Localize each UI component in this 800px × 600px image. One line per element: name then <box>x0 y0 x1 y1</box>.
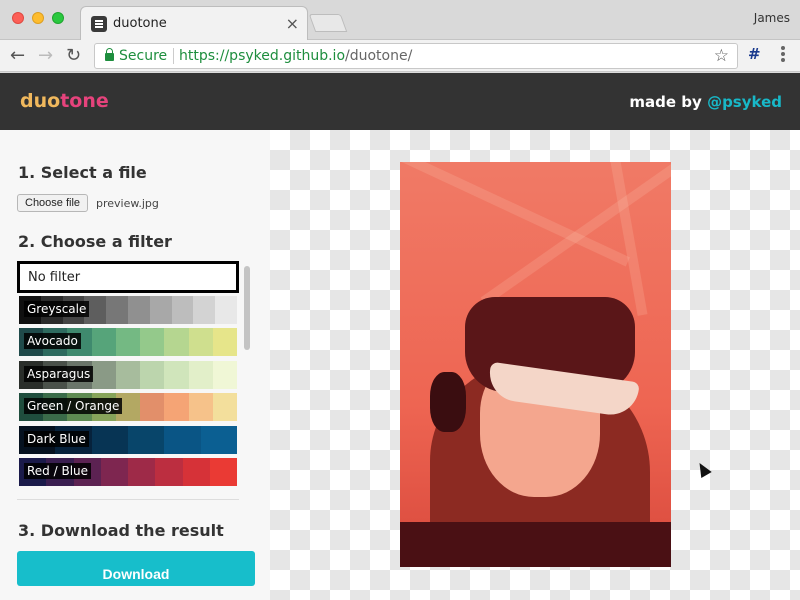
filter-swatch <box>215 296 237 324</box>
filter-option-label: Red / Blue <box>24 463 92 479</box>
tab-title: duotone <box>113 16 167 31</box>
filter-option[interactable]: Greyscale <box>19 296 237 324</box>
filter-option[interactable]: Red / Blue <box>19 458 237 486</box>
filter-swatch <box>164 361 189 389</box>
filter-swatch <box>200 426 237 454</box>
filter-swatch <box>91 328 116 356</box>
filter-swatch <box>106 296 128 324</box>
scrollbar-thumb[interactable] <box>244 266 250 350</box>
step-download-heading: 3. Download the result <box>18 521 224 540</box>
logo-part-tone: tone <box>60 90 109 112</box>
filter-option[interactable]: No filter <box>17 261 239 293</box>
filter-swatch <box>188 328 213 356</box>
filter-option-label: Dark Blue <box>24 431 89 447</box>
step-choose-filter-heading: 2. Choose a filter <box>18 232 172 251</box>
close-window-button[interactable] <box>12 12 24 24</box>
filter-swatch <box>209 458 237 486</box>
browser-titlebar: duotone × James <box>0 0 800 40</box>
filter-swatch <box>140 393 165 421</box>
web-page: duotone made by @psyked 1. Select a file… <box>0 73 800 600</box>
back-arrow-icon[interactable]: ← <box>10 45 25 66</box>
filter-swatch <box>140 328 165 356</box>
bookmark-star-icon[interactable]: ☆ <box>714 46 729 66</box>
filter-option-label: No filter <box>28 270 81 285</box>
filter-swatch <box>182 458 210 486</box>
logo-part-duo: duo <box>20 90 61 112</box>
maximize-window-button[interactable] <box>52 12 64 24</box>
url-path: /duotone/ <box>345 48 413 64</box>
filter-option-label: Asparagus <box>24 366 94 382</box>
browser-tab[interactable]: duotone × <box>80 6 308 40</box>
filter-option[interactable]: Dark Blue <box>19 426 237 454</box>
filter-swatch <box>115 328 141 356</box>
made-by-prefix: made by <box>629 93 702 111</box>
forward-arrow-icon[interactable]: → <box>38 45 53 66</box>
filter-swatch <box>127 296 150 324</box>
extension-hash-icon[interactable]: # <box>748 45 761 63</box>
filter-swatch <box>149 296 172 324</box>
sidebar: 1. Select a file Choose file preview.jpg… <box>0 130 270 600</box>
filter-swatch <box>115 361 141 389</box>
filter-swatch <box>188 393 213 421</box>
address-bar[interactable]: Secure https://psyked.github.io/duotone/… <box>94 43 738 69</box>
divider <box>173 48 174 64</box>
section-divider <box>17 499 239 500</box>
site-header: duotone made by @psyked <box>0 73 800 130</box>
site-logo[interactable]: duotone <box>20 90 109 112</box>
preview-area <box>270 130 800 600</box>
filter-swatch <box>188 361 213 389</box>
filter-swatch <box>164 426 201 454</box>
minimize-window-button[interactable] <box>32 12 44 24</box>
filter-swatch <box>212 393 237 421</box>
filter-swatch <box>212 328 237 356</box>
filter-swatch <box>164 328 189 356</box>
filter-swatch <box>155 458 183 486</box>
url-text[interactable]: https://psyked.github.io/duotone/ <box>179 48 412 64</box>
filter-option-label: Greyscale <box>24 301 90 317</box>
document-icon <box>91 16 107 32</box>
reload-icon[interactable]: ↻ <box>66 45 81 66</box>
author-link[interactable]: @psyked <box>707 93 782 111</box>
close-tab-icon[interactable]: × <box>286 14 299 33</box>
filter-swatch <box>91 426 128 454</box>
filter-swatch <box>127 426 165 454</box>
filter-swatch <box>140 361 165 389</box>
preview-image <box>400 162 671 567</box>
filter-option[interactable]: Asparagus <box>19 361 237 389</box>
filter-swatch <box>128 458 156 486</box>
filter-list[interactable]: No filter Greyscale Avocado Asparagus Green … <box>17 261 239 487</box>
filter-option-label: Avocado <box>24 333 81 349</box>
filter-swatch <box>212 361 237 389</box>
filter-option[interactable]: Green / Orange <box>19 393 237 421</box>
filter-option[interactable]: Avocado <box>19 328 237 356</box>
download-button[interactable]: Download <box>17 551 255 586</box>
filter-list-scrollbar[interactable] <box>242 264 252 486</box>
filter-swatch <box>171 296 194 324</box>
lock-icon <box>105 48 114 61</box>
browser-toolbar: ← → ↻ Secure https://psyked.github.io/du… <box>0 40 800 72</box>
filter-swatch <box>164 393 189 421</box>
profile-name[interactable]: James <box>754 11 790 25</box>
filter-swatch <box>193 296 216 324</box>
choose-file-button[interactable]: Choose file <box>17 194 89 212</box>
filter-swatch <box>100 458 128 486</box>
filter-swatch <box>91 361 116 389</box>
menu-dots-icon[interactable] <box>776 46 790 64</box>
step-select-file-heading: 1. Select a file <box>18 163 147 182</box>
url-origin: https://psyked.github.io <box>179 48 346 64</box>
made-by-credit: made by @psyked <box>629 93 782 111</box>
new-tab-button[interactable] <box>308 14 348 32</box>
selected-file-name: preview.jpg <box>96 197 159 210</box>
security-label: Secure <box>119 48 168 64</box>
filter-option-label: Green / Orange <box>24 398 123 414</box>
